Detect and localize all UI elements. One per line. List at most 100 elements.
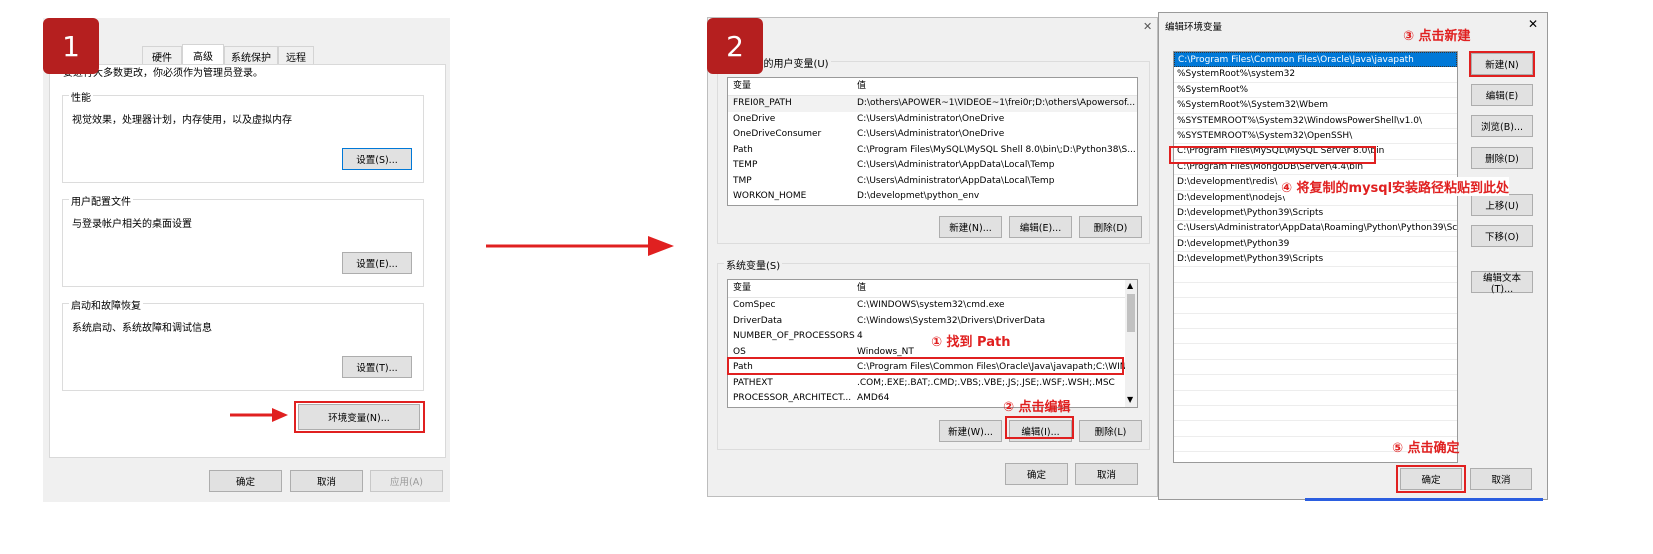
list-item[interactable]: D:\developmet\Python39 bbox=[1174, 237, 1457, 253]
system-properties-dialog: 硬件 高级 系统保护 远程 要进行大多数更改，你必须作为管理员登录。 性能 视觉… bbox=[43, 18, 450, 502]
tab-advanced[interactable]: 高级 bbox=[182, 44, 224, 65]
empty-list-item[interactable] bbox=[1174, 329, 1457, 345]
list-item[interactable]: C:\Users\Administrator\AppData\Roaming\P… bbox=[1174, 221, 1457, 237]
variable-name: PROCESSOR_ARCHITECT... bbox=[733, 393, 852, 403]
user-delete-button[interactable]: 删除(D) bbox=[1079, 216, 1142, 238]
step-badge-2: 2 bbox=[707, 18, 763, 74]
ok-button[interactable]: 确定 bbox=[209, 470, 282, 492]
table-row[interactable]: PROCESSOR_ARCHITECT... AMD64 bbox=[728, 391, 1137, 407]
path-entries-list[interactable]: C:\Program Files\Common Files\Oracle\Jav… bbox=[1173, 51, 1458, 463]
column-variable[interactable]: 变量 bbox=[733, 280, 751, 297]
system-new-button[interactable]: 新建(W)... bbox=[939, 420, 1002, 442]
variable-value: D:\others\APOWER~1\VIDEOE~1\frei0r;D:\ot… bbox=[857, 98, 1136, 108]
user-variables-header: 变量 值 bbox=[728, 78, 1137, 96]
env-button-highlight bbox=[294, 401, 425, 433]
empty-list-item[interactable] bbox=[1174, 360, 1457, 376]
user-edit-button[interactable]: 编辑(E)... bbox=[1009, 216, 1072, 238]
startup-recovery-title: 启动和故障恢复 bbox=[69, 297, 143, 312]
table-row[interactable]: PATHEXT .COM;.EXE;.BAT;.CMD;.VBS;.VBE;.JS… bbox=[728, 376, 1137, 392]
variable-value: C:\Users\Administrator\OneDrive bbox=[857, 129, 1005, 139]
tab-remote[interactable]: 远程 bbox=[278, 46, 314, 65]
note-click-edit: ② 点击编辑 bbox=[1003, 400, 1071, 415]
environment-variables-dialog: ✕ ator 的用户变量(U) 变量 值 FREI0R_PATH D:\other… bbox=[707, 17, 1158, 497]
delete-button[interactable]: 删除(D) bbox=[1471, 147, 1533, 169]
table-row[interactable]: Path C:\Program Files\MySQL\MySQL Shell 8… bbox=[728, 143, 1137, 159]
empty-list-item[interactable] bbox=[1174, 375, 1457, 391]
variable-name: DriverData bbox=[733, 315, 783, 326]
table-row[interactable]: OneDriveConsumer C:\Users\Administrator\O… bbox=[728, 127, 1137, 143]
startup-settings-button[interactable]: 设置(T)... bbox=[342, 356, 412, 378]
user-profile-desc: 与登录帐户相关的桌面设置 bbox=[72, 219, 192, 230]
path-row-highlight bbox=[727, 357, 1124, 375]
variable-name: NUMBER_OF_PROCESSORS bbox=[733, 331, 855, 341]
tab-hardware[interactable]: 硬件 bbox=[142, 46, 182, 65]
variable-name: FREI0R_PATH bbox=[733, 98, 792, 108]
table-row[interactable]: FREI0R_PATH D:\others\APOWER~1\VIDEOE~1\f… bbox=[728, 96, 1137, 112]
column-value[interactable]: 值 bbox=[857, 78, 866, 95]
edit-button[interactable]: 编辑(E) bbox=[1471, 84, 1533, 106]
cancel-button[interactable]: 取消 bbox=[1470, 468, 1532, 490]
system-delete-button[interactable]: 删除(L) bbox=[1079, 420, 1142, 442]
step-badge-1: 1 bbox=[43, 18, 99, 74]
tab-system-protection[interactable]: 系统保护 bbox=[224, 46, 278, 65]
empty-list-item[interactable] bbox=[1174, 421, 1457, 437]
table-row[interactable]: TMP C:\Users\Administrator\AppData\Local\… bbox=[728, 174, 1137, 190]
browse-button[interactable]: 浏览(B)... bbox=[1471, 115, 1533, 137]
move-down-button[interactable]: 下移(O) bbox=[1471, 225, 1533, 247]
variable-value: C:\Users\Administrator\AppData\Local\Tem… bbox=[857, 175, 1055, 186]
list-item[interactable]: %SystemRoot% bbox=[1174, 83, 1457, 99]
list-item[interactable]: %SystemRoot%\System32\Wbem bbox=[1174, 98, 1457, 114]
list-item[interactable]: C:\Program Files\Common Files\Oracle\Jav… bbox=[1174, 52, 1457, 68]
variable-value: .COM;.EXE;.BAT;.CMD;.VBS;.VBE;.JS;.JSE;.… bbox=[857, 377, 1115, 388]
variable-name: PATHEXT bbox=[733, 377, 773, 388]
list-item[interactable]: %SYSTEMROOT%\System32\OpenSSH\ bbox=[1174, 129, 1457, 145]
performance-settings-button[interactable]: 设置(S)... bbox=[342, 148, 412, 170]
variable-value: D:\developmet\python_env bbox=[857, 191, 980, 201]
move-up-button[interactable]: 上移(U) bbox=[1471, 194, 1533, 216]
empty-list-item[interactable] bbox=[1174, 314, 1457, 330]
empty-list-item[interactable] bbox=[1174, 283, 1457, 299]
transition-arrow-icon bbox=[486, 236, 674, 256]
scroll-up-icon[interactable]: ▲ bbox=[1127, 281, 1133, 290]
user-profile-settings-button[interactable]: 设置(E)... bbox=[342, 252, 412, 274]
cancel-button[interactable]: 取消 bbox=[290, 470, 363, 492]
table-row[interactable]: DriverData C:\Windows\System32\Drivers\Dr… bbox=[728, 314, 1137, 330]
list-item[interactable]: %SYSTEMROOT%\System32\WindowsPowerShell\… bbox=[1174, 114, 1457, 129]
system-variables-title: 系统变量(S) bbox=[724, 257, 783, 272]
ok-button[interactable]: 确定 bbox=[1005, 463, 1068, 485]
variable-name: OneDrive bbox=[733, 113, 776, 124]
table-row[interactable]: OneDrive C:\Users\Administrator\OneDrive bbox=[728, 112, 1137, 128]
table-row[interactable]: ComSpec C:\WINDOWS\system32\cmd.exe bbox=[728, 298, 1137, 314]
scroll-down-icon[interactable]: ▼ bbox=[1127, 395, 1133, 404]
close-icon[interactable]: ✕ bbox=[1143, 20, 1152, 33]
empty-list-item[interactable] bbox=[1174, 298, 1457, 314]
edit-text-button[interactable]: 编辑文本(T)... bbox=[1471, 271, 1533, 295]
empty-list-item[interactable] bbox=[1174, 344, 1457, 360]
apply-button[interactable]: 应用(A) bbox=[370, 470, 443, 492]
performance-group: 性能 视觉效果，处理器计划，内存使用，以及虚拟内存 设置(S)... bbox=[62, 89, 424, 183]
scrollbar[interactable]: ▲ ▼ bbox=[1125, 280, 1137, 407]
cancel-button[interactable]: 取消 bbox=[1075, 463, 1138, 485]
empty-list-item[interactable] bbox=[1174, 406, 1457, 422]
close-icon[interactable]: ✕ bbox=[1528, 17, 1538, 31]
note-click-ok: ⑤ 点击确定 bbox=[1392, 441, 1460, 456]
variable-name: Path bbox=[733, 144, 753, 155]
list-item[interactable]: D:\developmet\Python39\Scripts bbox=[1174, 206, 1457, 222]
column-variable[interactable]: 变量 bbox=[733, 78, 751, 95]
list-item[interactable]: %SystemRoot%\system32 bbox=[1174, 67, 1457, 83]
table-row[interactable]: WORKON_HOME D:\developmet\python_env bbox=[728, 189, 1137, 205]
empty-list-item[interactable] bbox=[1174, 391, 1457, 406]
variable-name: TEMP bbox=[733, 160, 758, 170]
empty-list-item[interactable] bbox=[1174, 267, 1457, 283]
table-row[interactable]: TEMP C:\Users\Administrator\AppData\Local… bbox=[728, 158, 1137, 174]
scroll-thumb[interactable] bbox=[1127, 294, 1135, 332]
variable-name: ComSpec bbox=[733, 300, 776, 310]
taskbar-accent bbox=[1305, 498, 1543, 501]
system-variables-header: 变量 值 bbox=[728, 280, 1137, 298]
user-variables-list[interactable]: 变量 值 FREI0R_PATH D:\others\APOWER~1\VIDEO… bbox=[727, 77, 1138, 206]
list-item[interactable]: D:\developmet\Python39\Scripts bbox=[1174, 252, 1457, 268]
user-profile-title: 用户配置文件 bbox=[69, 193, 133, 208]
user-new-button[interactable]: 新建(N)... bbox=[939, 216, 1002, 238]
variable-value: C:\WINDOWS\system32\cmd.exe bbox=[857, 300, 1005, 310]
column-value[interactable]: 值 bbox=[857, 280, 866, 297]
